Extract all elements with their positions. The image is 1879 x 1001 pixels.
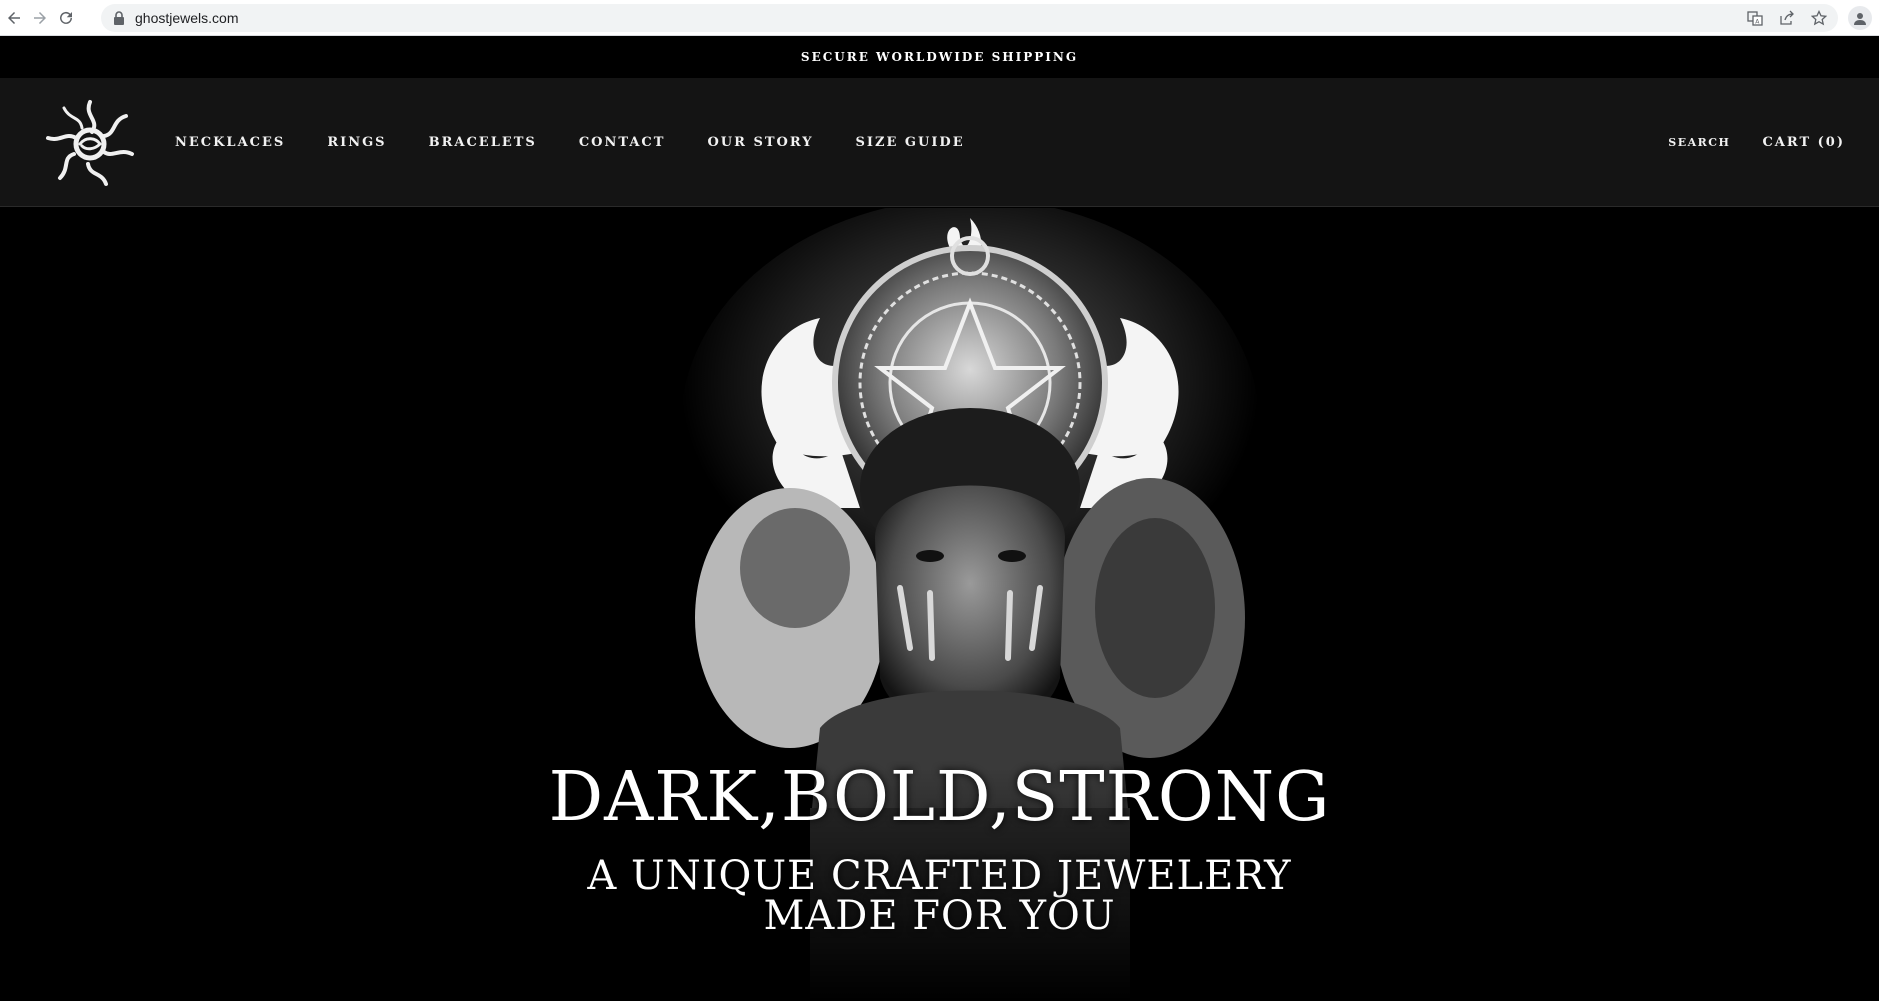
tribal-sun-logo-icon (46, 100, 134, 186)
hero-title: DARK,BOLD,STRONG (548, 758, 1331, 837)
brand-logo[interactable] (40, 94, 140, 192)
hero-subtitle-line2: MADE FOR YOU (763, 893, 1116, 939)
url-text: ghostjewels.com (135, 10, 239, 26)
back-arrow-icon[interactable] (2, 6, 26, 30)
lock-icon (114, 11, 124, 25)
nav-rings[interactable]: RINGS (327, 135, 386, 150)
announcement-text: SECURE WORLDWIDE SHIPPING (800, 50, 1079, 64)
reload-icon[interactable] (54, 6, 78, 30)
nav-our-story[interactable]: OUR STORY (707, 135, 813, 150)
header-actions: SEARCH CART (0) (1668, 78, 1845, 207)
nav-bracelets[interactable]: BRACELETS (429, 135, 537, 150)
share-icon[interactable] (1778, 9, 1796, 27)
star-icon[interactable] (1810, 9, 1828, 27)
announcement-bar: SECURE WORLDWIDE SHIPPING (0, 36, 1879, 78)
hero-subtitle-line1: A UNIQUE CRAFTED JEWELERY (587, 853, 1292, 899)
address-bar[interactable]: ghostjewels.com A (101, 4, 1838, 32)
search-link[interactable]: SEARCH (1668, 136, 1730, 149)
nav-size-guide[interactable]: SIZE GUIDE (856, 135, 965, 150)
nav-necklaces[interactable]: NECKLACES (175, 135, 285, 150)
forward-arrow-icon[interactable] (28, 6, 52, 30)
profile-icon[interactable] (1848, 6, 1872, 30)
hero-subtitle: A UNIQUE CRAFTED JEWELERY MADE FOR YOU (0, 856, 1879, 936)
main-nav: NECKLACES RINGS BRACELETS CONTACT OUR ST… (175, 78, 1007, 207)
hero-banner: DARK,BOLD,STRONG A UNIQUE CRAFTED JEWELE… (0, 208, 1879, 1001)
site-header: NECKLACES RINGS BRACELETS CONTACT OUR ST… (0, 78, 1879, 207)
translate-icon[interactable]: A (1746, 9, 1764, 27)
browser-toolbar: ghostjewels.com A (0, 0, 1879, 36)
cart-link[interactable]: CART (0) (1762, 135, 1845, 150)
nav-contact[interactable]: CONTACT (579, 135, 666, 150)
